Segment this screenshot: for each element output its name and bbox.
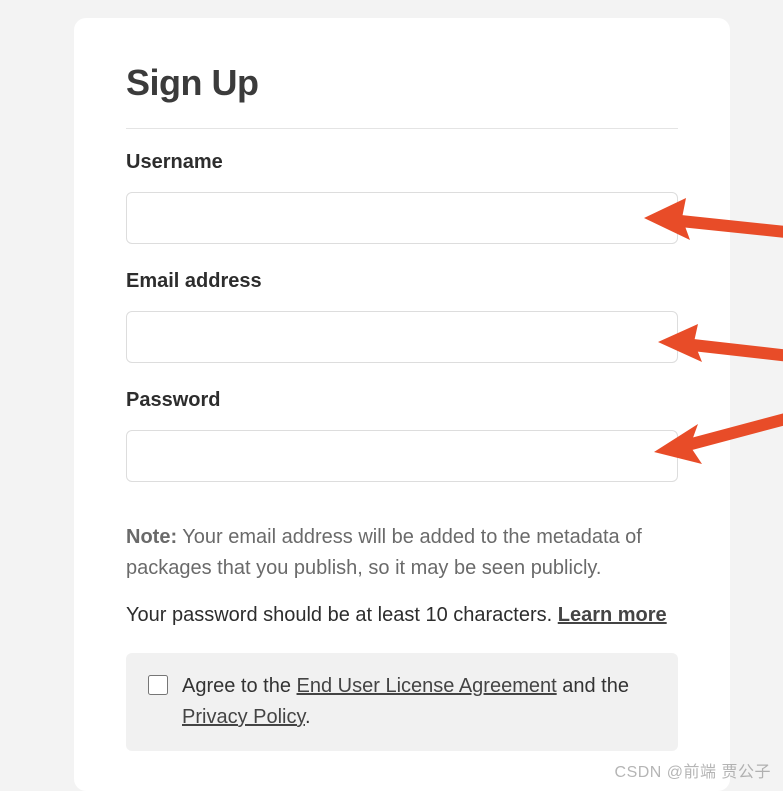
learn-more-link[interactable]: Learn more	[558, 604, 667, 626]
agree-checkbox[interactable]	[148, 675, 168, 695]
email-input[interactable]	[126, 311, 678, 363]
note-body: Your email address will be added to the …	[126, 526, 642, 579]
signup-card: Sign Up Username Email address Password …	[74, 18, 730, 791]
eula-link[interactable]: End User License Agreement	[297, 675, 557, 697]
agree-mid: and the	[557, 675, 629, 697]
agree-end: .	[305, 706, 311, 728]
password-hint: Your password should be at least 10 char…	[126, 600, 678, 631]
email-note: Note: Your email address will be added t…	[126, 522, 678, 584]
username-input[interactable]	[126, 192, 678, 244]
agree-pre: Agree to the	[182, 675, 297, 697]
password-label: Password	[126, 389, 678, 412]
password-input[interactable]	[126, 430, 678, 482]
password-hint-text: Your password should be at least 10 char…	[126, 604, 558, 626]
privacy-link[interactable]: Privacy Policy	[182, 706, 305, 728]
email-label: Email address	[126, 270, 678, 293]
agreement-text: Agree to the End User License Agreement …	[182, 671, 656, 733]
watermark-text: CSDN @前端 贾公子	[615, 758, 771, 782]
agreement-box: Agree to the End User License Agreement …	[126, 653, 678, 751]
page-title: Sign Up	[126, 62, 678, 129]
username-label: Username	[126, 151, 678, 174]
note-prefix: Note:	[126, 526, 177, 548]
